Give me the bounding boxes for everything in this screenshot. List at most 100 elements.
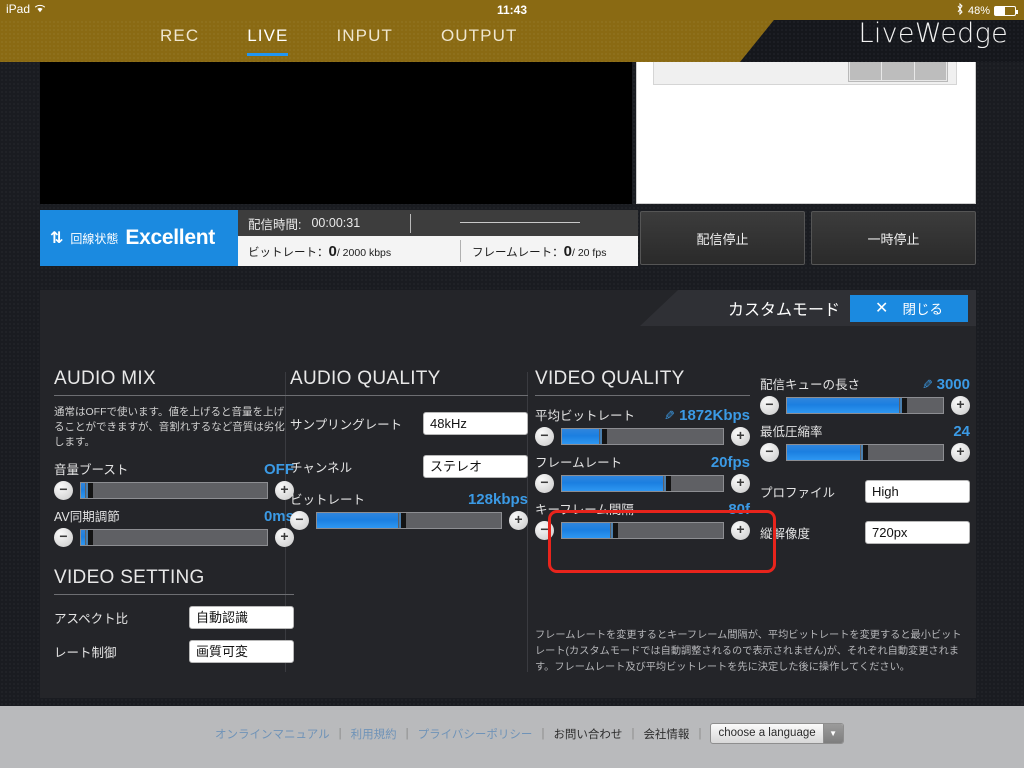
- field-vertical-resolution: 縦解像度 720px: [760, 521, 970, 544]
- video-framerate-minus-button[interactable]: −: [535, 474, 554, 493]
- segment-1[interactable]: [850, 62, 882, 80]
- audio-bitrate-track[interactable]: [316, 512, 502, 529]
- vq-row-queue: 配信キューの長さ 3000 − +: [760, 374, 970, 415]
- slider-knob[interactable]: [861, 445, 869, 460]
- avg-bitrate-track[interactable]: [561, 428, 724, 445]
- slider-knob[interactable]: [85, 482, 93, 498]
- keyframe-interval-value: 80f: [728, 501, 750, 518]
- footer-separator: |: [405, 727, 409, 740]
- audio-bitrate-slider[interactable]: − +: [290, 511, 528, 530]
- avsync-slider[interactable]: − +: [54, 527, 294, 547]
- keyframe-plus-button[interactable]: +: [731, 521, 750, 540]
- stream-status-strip: ⇅ 回線状態 Excellent 配信時間: 00:00:31 ビットレート：0…: [40, 210, 976, 266]
- slider-fill: [81, 482, 85, 498]
- audio-mix-title: AUDIO MIX: [54, 368, 294, 396]
- battery-icon: [994, 5, 1018, 16]
- close-panel-button[interactable]: ✕ 閉じる: [850, 294, 968, 322]
- min-compression-track[interactable]: [786, 444, 944, 461]
- video-preview[interactable]: [40, 62, 632, 204]
- slider-fill: [562, 429, 600, 444]
- vertical-resolution-field[interactable]: 720px: [865, 521, 970, 544]
- avg-bitrate-plus-button[interactable]: +: [731, 427, 750, 446]
- queue-track[interactable]: [786, 397, 944, 414]
- avsync-label: AV同期調節: [54, 509, 120, 524]
- footer-link-company[interactable]: 会社情報: [643, 726, 689, 742]
- min-compression-minus-button[interactable]: −: [760, 443, 779, 462]
- profile-field[interactable]: High: [865, 480, 970, 503]
- queue-length-slider[interactable]: − +: [760, 396, 970, 415]
- vq-row-keyframe: キーフレーム間隔 80f − +: [535, 499, 750, 540]
- web-preview-panel[interactable]: [636, 56, 976, 204]
- framerate-value: 0: [563, 242, 572, 260]
- slider-knob[interactable]: [85, 529, 93, 545]
- keyframe-interval-label: キーフレーム間隔: [535, 503, 634, 517]
- footer-link-contact[interactable]: お問い合わせ: [553, 726, 622, 742]
- slider-knob[interactable]: [900, 398, 908, 413]
- language-select-value: choose a language: [718, 727, 816, 739]
- min-compression-slider[interactable]: − +: [760, 443, 970, 462]
- bitrate-max: / 2000 kbps: [336, 246, 392, 259]
- nav-tab-live[interactable]: LIVE: [247, 26, 289, 56]
- audio-mix-row-boost: 音量ブースト OFF − +: [54, 459, 294, 500]
- aspect-ratio-field[interactable]: 自動認識: [189, 605, 294, 629]
- slider-knob[interactable]: [398, 513, 406, 528]
- footer-link-manual[interactable]: オンラインマニュアル: [215, 726, 330, 742]
- boost-slider[interactable]: − +: [54, 480, 294, 500]
- video-framerate-plus-button[interactable]: +: [731, 474, 750, 493]
- min-compression-value: 24: [953, 423, 970, 440]
- nav-tab-output[interactable]: OUTPUT: [441, 26, 517, 56]
- preview-segment-control[interactable]: [848, 60, 948, 82]
- slider-knob[interactable]: [664, 476, 672, 491]
- queue-minus-button[interactable]: −: [760, 396, 779, 415]
- audio-mix-row-avsync: AV同期調節 0ms − +: [54, 506, 294, 547]
- framerate-group: フレームレート：0/ 20 fps: [472, 243, 606, 260]
- rate-control-label: レート制御: [54, 645, 117, 660]
- channel-field[interactable]: ステレオ: [423, 455, 528, 478]
- bitrate-group: ビットレート：0/ 2000 kbps: [238, 243, 391, 260]
- video-quality-note: フレームレートを変更するとキーフレーム間隔が、平均ビットレートを変更すると最小ビ…: [535, 630, 962, 673]
- rate-control-field[interactable]: 画質可変: [189, 639, 294, 663]
- aspect-ratio-label: アスペクト比: [54, 611, 129, 626]
- nav-tab-input[interactable]: INPUT: [336, 26, 393, 56]
- sampling-rate-label: サンプリングレート: [290, 418, 403, 432]
- video-framerate-track[interactable]: [561, 475, 724, 492]
- audio-bitrate-plus-button[interactable]: +: [509, 511, 528, 530]
- slider-knob[interactable]: [600, 429, 608, 444]
- segment-2[interactable]: [882, 62, 914, 80]
- avg-bitrate-minus-button[interactable]: −: [535, 427, 554, 446]
- slider-fill: [787, 398, 900, 413]
- footer-link-terms[interactable]: 利用規約: [351, 726, 397, 742]
- framerate-label: フレームレート：: [472, 246, 564, 259]
- avg-bitrate-slider[interactable]: − +: [535, 427, 750, 446]
- panel-header: カスタムモード ✕ 閉じる: [640, 290, 976, 326]
- stop-stream-button[interactable]: 配信停止: [640, 211, 805, 265]
- keyframe-track[interactable]: [561, 522, 724, 539]
- sampling-rate-field[interactable]: 48kHz: [423, 412, 528, 435]
- field-aspect-ratio: アスペクト比 自動認識: [54, 605, 294, 629]
- avsync-track[interactable]: [80, 528, 268, 546]
- segment-3[interactable]: [914, 62, 946, 80]
- link-status-value: Excellent: [125, 226, 215, 249]
- stream-time-row: 配信時間: 00:00:31: [238, 210, 638, 236]
- boost-track[interactable]: [80, 481, 268, 499]
- profile-label: プロファイル: [760, 486, 836, 500]
- slider-knob[interactable]: [611, 523, 619, 538]
- queue-length-value: 3000: [922, 376, 970, 393]
- min-compression-plus-button[interactable]: +: [951, 443, 970, 462]
- footer-link-privacy[interactable]: プライバシーポリシー: [418, 726, 533, 742]
- min-compression-label: 最低圧縮率: [760, 425, 823, 439]
- metrics-placeholder-line: [460, 222, 580, 223]
- queue-plus-button[interactable]: +: [951, 396, 970, 415]
- keyframe-interval-slider[interactable]: − +: [535, 521, 750, 540]
- video-quality-title: VIDEO QUALITY: [535, 368, 750, 396]
- metrics-divider: [410, 214, 411, 233]
- nav-tab-rec[interactable]: REC: [160, 26, 199, 56]
- pause-stream-button[interactable]: 一時停止: [811, 211, 976, 265]
- language-select[interactable]: choose a language ▼: [710, 723, 844, 744]
- boost-minus-button[interactable]: −: [54, 480, 73, 500]
- footer-separator: |: [541, 727, 545, 740]
- video-framerate-slider[interactable]: − +: [535, 474, 750, 493]
- keyframe-minus-button[interactable]: −: [535, 521, 554, 540]
- avsync-minus-button[interactable]: −: [54, 527, 73, 547]
- audio-bitrate-minus-button[interactable]: −: [290, 511, 309, 530]
